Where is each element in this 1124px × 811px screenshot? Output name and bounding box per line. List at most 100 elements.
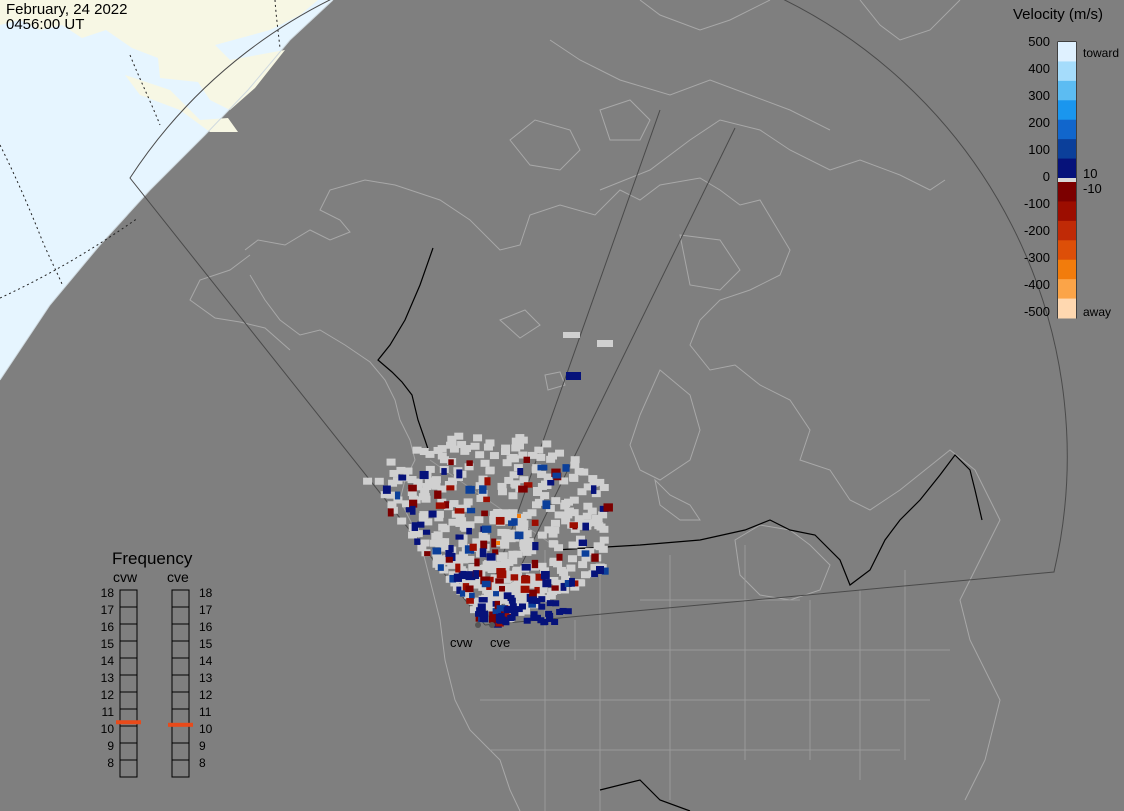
scatter-cell-away bbox=[474, 558, 480, 567]
scatter-cell-gray bbox=[463, 498, 473, 506]
scatter-cell-gray bbox=[567, 555, 577, 563]
scatter-cell-gray bbox=[397, 517, 407, 525]
scatter-cell-toward bbox=[414, 538, 421, 545]
colorbar-cell-away bbox=[1058, 259, 1076, 280]
scatter-cell-toward bbox=[479, 485, 487, 494]
scatter-cell-away bbox=[556, 553, 563, 561]
scatter-cell-gray bbox=[448, 477, 458, 485]
scatter-cell-toward bbox=[398, 474, 407, 481]
scatter-cell-toward bbox=[405, 507, 413, 513]
frequency-level-label: 8 bbox=[107, 756, 114, 770]
scatter-cell-toward bbox=[382, 485, 391, 494]
frequency-level-label: 13 bbox=[199, 671, 213, 685]
frequency-box bbox=[119, 674, 138, 693]
velocity-colorbar bbox=[1057, 41, 1077, 319]
frequency-box bbox=[171, 691, 190, 710]
colorbar-cell-toward bbox=[1058, 158, 1076, 179]
scatter-cell-gray bbox=[374, 477, 384, 485]
scatter-cell-gray bbox=[580, 571, 590, 579]
scatter-cell-gray bbox=[513, 550, 523, 558]
scatter-cell-gray bbox=[556, 566, 566, 574]
scatter-cell-toward bbox=[486, 553, 496, 561]
frequency-level-label: 16 bbox=[199, 620, 213, 634]
scatter-cell-gray bbox=[566, 564, 576, 572]
scatter-cell-away bbox=[466, 598, 474, 604]
scatter-cell-away bbox=[434, 490, 442, 499]
frequency-marker-cve bbox=[168, 722, 193, 727]
velocity-tick-label: -200 bbox=[1023, 223, 1050, 238]
scatter-cell-gray bbox=[548, 452, 558, 460]
frequency-level-label: 11 bbox=[101, 705, 114, 719]
frequency-box bbox=[119, 657, 138, 676]
scatter-cell-gray bbox=[418, 513, 428, 521]
scatter-cell-away bbox=[603, 503, 613, 512]
scatter-cell-gray bbox=[504, 584, 514, 592]
scatter-cell-gray bbox=[511, 444, 521, 452]
scatter-cell-gray bbox=[474, 516, 484, 524]
frequency-level-label: 15 bbox=[100, 637, 114, 651]
radar-cells bbox=[363, 332, 613, 628]
scatter-cell-away bbox=[483, 496, 490, 503]
scatter-cell-toward bbox=[514, 531, 524, 540]
scatter-cell-gray bbox=[386, 458, 396, 466]
frequency-level-label: 16 bbox=[100, 620, 114, 634]
scatter-cell-gray bbox=[363, 477, 373, 485]
scatter-cell-gray bbox=[550, 519, 560, 527]
scatter-cell-toward bbox=[419, 470, 429, 480]
scatter-cell-gray bbox=[425, 450, 435, 458]
scatter-cell-gray bbox=[537, 562, 547, 570]
scatter-cell-toward bbox=[441, 468, 447, 475]
scatter-cell-toward bbox=[478, 597, 488, 603]
scatter-cell-gray bbox=[569, 496, 579, 504]
scatter-cell-toward bbox=[547, 479, 555, 486]
frequency-box bbox=[171, 674, 190, 693]
scatter-cell-away bbox=[495, 516, 505, 525]
scatter-cell-toward bbox=[581, 550, 590, 557]
scatter-cell-toward bbox=[394, 491, 401, 500]
scatter-cell-toward bbox=[530, 611, 538, 618]
scatter-cell-away bbox=[448, 459, 454, 466]
scatter-cell-gray bbox=[470, 442, 480, 450]
colorbar-cell-away bbox=[1058, 220, 1076, 241]
colorbar-cell-away bbox=[1058, 182, 1076, 202]
scatter-cell-toward bbox=[473, 570, 480, 579]
scatter-cell-gray bbox=[437, 452, 447, 460]
colorbar-cell-away bbox=[1058, 201, 1076, 222]
scatter-cell-gray bbox=[420, 539, 430, 547]
scatter-cell-gray bbox=[518, 436, 528, 444]
scatter-cell-gray bbox=[483, 560, 493, 568]
scatter-cell-gray bbox=[509, 471, 519, 479]
scatter-cell-toward bbox=[569, 577, 575, 587]
scatter-cell-toward bbox=[537, 464, 548, 471]
frequency-box bbox=[119, 589, 138, 608]
scatter-cell-gray bbox=[475, 451, 485, 459]
scatter-cell-toward bbox=[469, 592, 475, 599]
velocity-tick-label: 200 bbox=[1028, 115, 1050, 130]
scatter-cell-toward bbox=[523, 617, 531, 624]
scatter-cell-away bbox=[495, 578, 504, 584]
scatter-cell-toward bbox=[552, 472, 561, 479]
scatter-cell-gray bbox=[568, 541, 578, 549]
scatter-cell-away bbox=[521, 575, 531, 584]
frequency-box bbox=[171, 589, 190, 608]
scatter-cell-away bbox=[496, 568, 506, 574]
scatter-cell-toward bbox=[590, 485, 597, 494]
scatter-cell-away bbox=[531, 519, 539, 526]
frequency-level-label: 18 bbox=[199, 586, 213, 600]
scatter-cell-toward bbox=[432, 547, 442, 555]
scatter-cell-away bbox=[466, 460, 473, 466]
scatter-cell-away bbox=[446, 485, 455, 491]
scatter-cell-away bbox=[480, 540, 488, 549]
time-label: 0456:00 UT bbox=[6, 16, 85, 33]
frequency-level-label: 12 bbox=[199, 688, 213, 702]
scatter-cell-away bbox=[551, 585, 559, 591]
scatter-cell-gray bbox=[563, 332, 580, 338]
scatter-cell-gray bbox=[578, 561, 588, 569]
scatter-cell-away bbox=[445, 556, 453, 563]
scatter-cell-away bbox=[496, 541, 500, 545]
scatter-cell-away bbox=[454, 508, 465, 514]
velocity-tick-label: 100 bbox=[1028, 142, 1050, 157]
frequency-box bbox=[171, 742, 190, 761]
scatter-cell-toward bbox=[542, 579, 552, 588]
colorbar-cell-toward bbox=[1058, 61, 1076, 82]
